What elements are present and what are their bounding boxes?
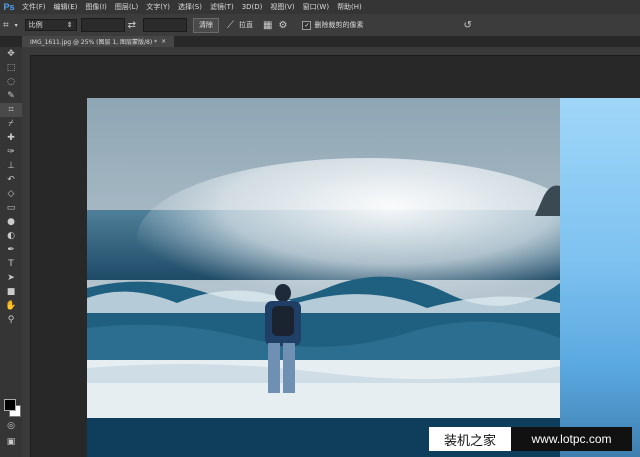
brush-icon[interactable]: ✑ [0, 145, 22, 159]
move-icon[interactable]: ✥ [0, 47, 22, 61]
width-field[interactable] [80, 18, 125, 32]
menu-view[interactable]: 视图(V) [266, 2, 298, 12]
watermark: 装机之家 www.lotpc.com [429, 427, 632, 451]
menu-filter[interactable]: 滤镜(T) [206, 2, 238, 12]
menu-window[interactable]: 窗口(W) [299, 2, 333, 12]
swap-icon[interactable]: ⇄ [128, 20, 136, 31]
photoshop-logo: Ps [3, 2, 15, 12]
tools-panel: ✥ ⬚ ◌ ✎ ⌗ ⌿ ✚ ✑ ⊥ ↶ ◇ ▭ ● ◐ ✒ T ➤ ■ ✋ ⚲ … [0, 47, 23, 457]
watermark-site-name: 装机之家 [429, 427, 511, 451]
path-select-icon[interactable]: ➤ [0, 271, 22, 285]
extended-canvas-sky[interactable] [560, 98, 640, 457]
menu-3d[interactable]: 3D(D) [238, 3, 267, 11]
dodge-icon[interactable]: ◐ [0, 229, 22, 243]
delete-cropped-checkbox[interactable]: ✓ [302, 20, 312, 30]
quick-mask-icon[interactable]: ◎ [0, 419, 22, 433]
close-icon[interactable]: × [161, 38, 166, 45]
ocean-wave-image [87, 98, 560, 457]
hand-icon[interactable]: ✋ [0, 299, 22, 313]
ratio-select[interactable]: 比例 ⇕ [24, 19, 77, 31]
menu-select[interactable]: 选择(S) [174, 2, 206, 12]
marquee-icon[interactable]: ⬚ [0, 61, 22, 75]
canvas-photo[interactable] [87, 98, 560, 457]
crop-icon[interactable]: ⌗ [0, 103, 22, 117]
lasso-icon[interactable]: ◌ [0, 75, 22, 89]
chevron-down-icon[interactable]: ▾ [15, 22, 18, 29]
menu-type[interactable]: 文字(Y) [142, 2, 174, 12]
menu-layer[interactable]: 图层(L) [111, 2, 142, 12]
foreground-color-swatch[interactable] [4, 399, 16, 411]
stamp-icon[interactable]: ⊥ [0, 159, 22, 173]
document-tab[interactable]: IMG_1611.jpg @ 25% (图层 1, 图层蒙版/8) * × [22, 36, 175, 47]
straighten-icon[interactable]: ⟋ [227, 20, 234, 31]
delete-cropped-label: 删除裁剪的像素 [314, 21, 364, 29]
menu-help[interactable]: 帮助(H) [333, 2, 366, 12]
reset-icon[interactable]: ↺ [463, 20, 471, 31]
pen-icon[interactable]: ✒ [0, 243, 22, 257]
options-bar: ⌗ ▾ 比例 ⇕ ⇄ 清除 ⟋ 拉直 ▦ ⚙ ✓ 删除裁剪的像素 ↺ [0, 14, 640, 37]
eyedropper-icon[interactable]: ⌿ [0, 117, 22, 131]
blur-icon[interactable]: ● [0, 215, 22, 229]
grid-overlay-icon[interactable]: ▦ [263, 20, 272, 31]
gradient-icon[interactable]: ▭ [0, 201, 22, 215]
horizontal-ruler [22, 47, 640, 56]
eraser-icon[interactable]: ◇ [0, 187, 22, 201]
zoom-icon[interactable]: ⚲ [0, 313, 22, 327]
shape-icon[interactable]: ■ [0, 285, 22, 299]
select-arrows-icon: ⇕ [66, 21, 73, 29]
gear-icon[interactable]: ⚙ [279, 20, 288, 31]
clear-button[interactable]: 清除 [193, 17, 220, 33]
document-tab-title: IMG_1611.jpg @ 25% (图层 1, 图层蒙版/8) * [30, 39, 158, 46]
ratio-select-value: 比例 [28, 21, 43, 29]
type-icon[interactable]: T [0, 257, 22, 271]
healing-icon[interactable]: ✚ [0, 131, 22, 145]
screen-mode-icon[interactable]: ▣ [0, 435, 22, 449]
vertical-ruler [22, 55, 31, 457]
quick-select-icon[interactable]: ✎ [0, 89, 22, 103]
menu-file[interactable]: 文件(F) [18, 2, 50, 12]
crop-tool-icon[interactable]: ⌗ [3, 20, 9, 31]
height-field[interactable] [143, 18, 188, 32]
menu-bar: Ps 文件(F) 编辑(E) 图像(I) 图层(L) 文字(Y) 选择(S) 滤… [0, 0, 640, 14]
menu-edit[interactable]: 编辑(E) [50, 2, 82, 12]
straighten-label[interactable]: 拉直 [239, 20, 253, 30]
watermark-url: www.lotpc.com [511, 427, 632, 451]
document-tab-bar: IMG_1611.jpg @ 25% (图层 1, 图层蒙版/8) * × [22, 36, 640, 47]
menu-image[interactable]: 图像(I) [81, 2, 111, 12]
history-brush-icon[interactable]: ↶ [0, 173, 22, 187]
